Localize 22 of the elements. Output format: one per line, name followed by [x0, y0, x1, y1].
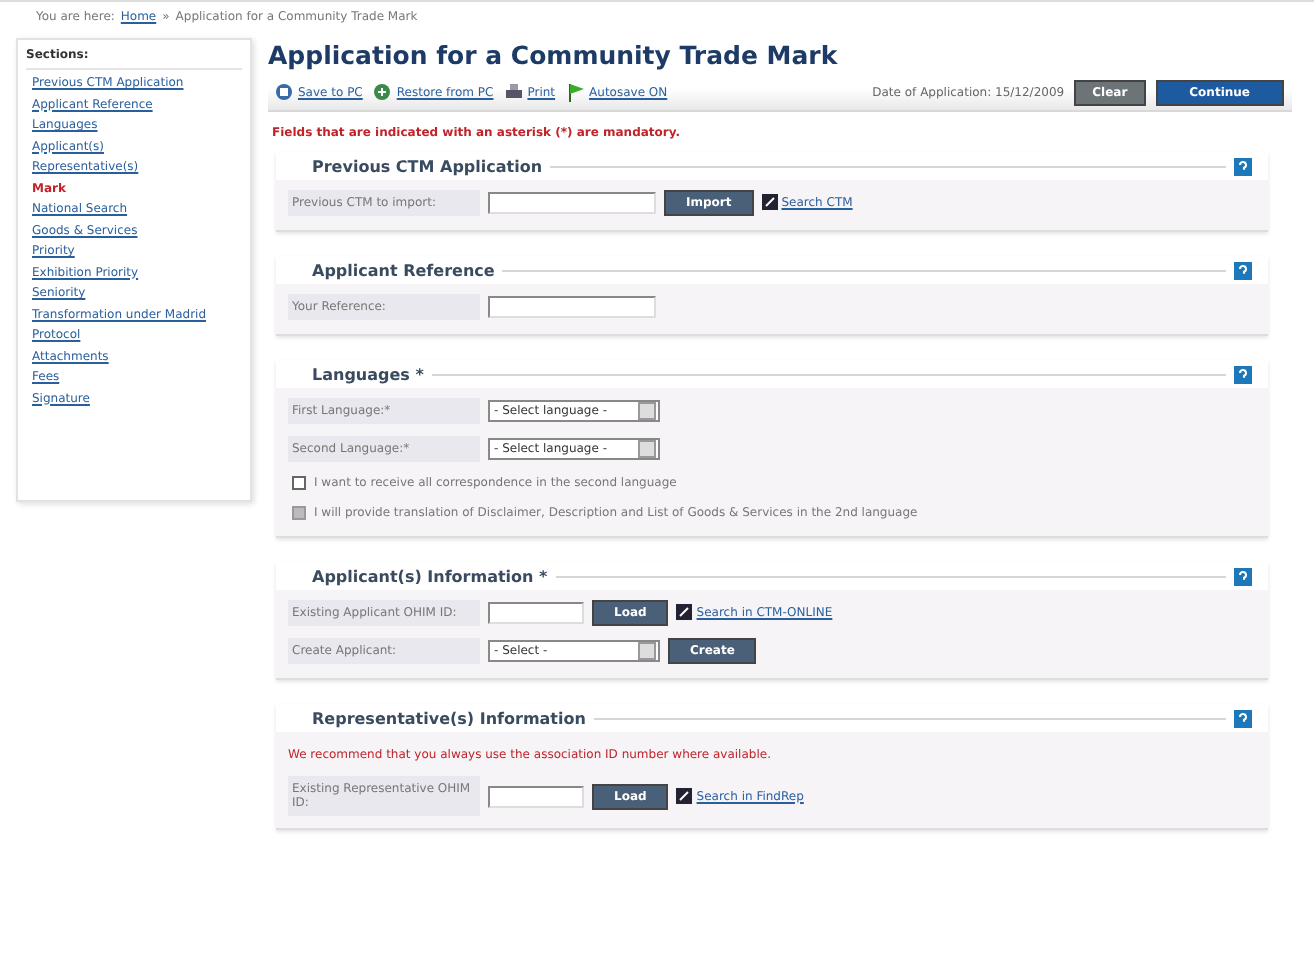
input-field[interactable] — [488, 191, 656, 213]
checkbox[interactable] — [292, 475, 306, 489]
input-field[interactable] — [488, 785, 584, 807]
section-title: Languages * — [312, 365, 424, 383]
section-title: Representative(s) Information — [312, 709, 586, 727]
help-icon — [1234, 567, 1252, 585]
section-title: Previous CTM Application — [312, 157, 543, 175]
pencil-icon — [676, 788, 693, 804]
input-field[interactable] — [488, 601, 584, 623]
help-icon — [1234, 157, 1252, 175]
section-title: Applicant(s) Information * — [312, 567, 548, 585]
flag-icon — [565, 82, 586, 102]
page-title: Application for a Community Trade Mark — [268, 38, 840, 74]
help-icon — [1234, 261, 1252, 279]
pencil-icon — [761, 194, 778, 210]
disk-icon — [274, 82, 294, 102]
help-icon — [1234, 709, 1252, 727]
pencil-icon — [676, 604, 693, 620]
help-icon — [1234, 365, 1252, 383]
printer-icon — [503, 82, 524, 102]
input-field[interactable] — [488, 295, 656, 317]
section-title: Applicant Reference — [312, 261, 495, 279]
